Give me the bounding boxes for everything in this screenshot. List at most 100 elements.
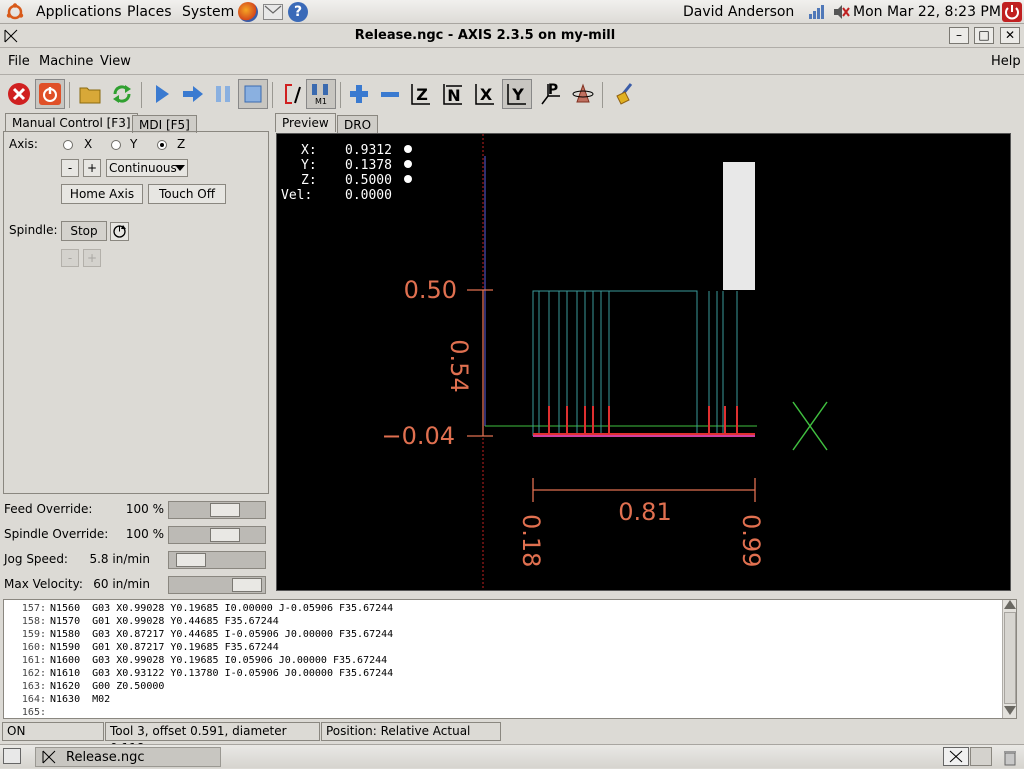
rotate-icon[interactable] — [568, 79, 598, 109]
menubar-divider — [0, 74, 1024, 75]
jog-minus-button[interactable]: - — [61, 159, 79, 177]
tab-preview[interactable]: Preview — [275, 113, 336, 132]
gcode-line-number: 162: — [21, 668, 46, 679]
axis-z-radio[interactable] — [157, 140, 167, 150]
preview-canvas[interactable]: X: 0.9312 Y: 0.1378 Z: 0.5000 Vel: 0.000… — [276, 133, 1011, 591]
tab-dro[interactable]: DRO — [337, 115, 379, 133]
step-icon[interactable] — [178, 79, 208, 109]
feed-override-value: 100 % — [125, 502, 164, 516]
stop-icon[interactable] — [238, 79, 268, 109]
max-velocity-thumb[interactable] — [232, 578, 262, 592]
feed-override-slider[interactable] — [168, 501, 266, 519]
close-button[interactable]: ✕ — [1000, 27, 1020, 44]
jog-speed-thumb[interactable] — [176, 553, 206, 567]
open-file-icon[interactable] — [75, 79, 105, 109]
workspace-1[interactable] — [943, 747, 969, 766]
view-z2-icon[interactable]: N — [438, 79, 468, 109]
zoom-out-icon[interactable] — [375, 79, 405, 109]
dim-width-label: 0.81 — [618, 498, 671, 526]
view-z2-letter: N — [447, 86, 460, 105]
max-velocity-slider[interactable] — [168, 576, 266, 594]
tab-manual-control[interactable]: Manual Control [F3] — [5, 113, 138, 131]
maximize-button[interactable]: □ — [974, 27, 994, 44]
spindle-stop-button[interactable]: Stop — [61, 221, 107, 241]
feed-override-thumb[interactable] — [210, 503, 240, 517]
axis-y-radio[interactable] — [111, 140, 121, 150]
axis-z-label[interactable]: Z — [177, 137, 185, 151]
gcode-line-number: 161: — [21, 655, 46, 666]
run-icon[interactable] — [147, 79, 177, 109]
axis-x-label[interactable]: X — [84, 137, 92, 151]
spindle-override-slider[interactable] — [168, 526, 266, 544]
jog-plus-button[interactable]: + — [83, 159, 101, 177]
view-p-icon[interactable]: P — [535, 79, 565, 109]
taskbar-item[interactable]: Release.ngc — [35, 747, 221, 767]
spindle-override-thumb[interactable] — [210, 528, 240, 542]
gcode-line[interactable]: 161: N1600 G03 X0.99028 Y0.19685 I0.05906… — [4, 654, 387, 667]
menu-view[interactable]: View — [100, 54, 131, 69]
system-menu[interactable]: System — [182, 4, 234, 20]
help-icon[interactable]: ? — [288, 2, 308, 22]
gcode-line[interactable]: 165: — [4, 706, 50, 718]
volume-muted-icon[interactable] — [832, 4, 850, 20]
clear-plot-icon[interactable] — [610, 79, 640, 109]
menu-help[interactable]: Help — [991, 54, 1021, 69]
axis-y-label[interactable]: Y — [130, 137, 137, 151]
view-y-icon[interactable]: Y — [502, 79, 532, 109]
jog-speed-slider[interactable] — [168, 551, 266, 569]
view-z-icon[interactable]: Z — [406, 79, 436, 109]
home-axis-button[interactable]: Home Axis — [61, 184, 143, 204]
workspace-2[interactable] — [970, 747, 992, 766]
spindle-direction-icon[interactable] — [110, 222, 129, 241]
gcode-scrollbar[interactable] — [1002, 600, 1016, 718]
blockdelete-icon[interactable] — [277, 79, 307, 109]
gcode-line-number: 163: — [21, 681, 46, 692]
ubuntu-logo-icon[interactable] — [6, 3, 24, 21]
power-icon[interactable] — [35, 79, 65, 109]
user-name[interactable]: David Anderson — [683, 4, 794, 20]
status-bar: ON Tool 3, offset 0.591, diameter 0.118 … — [0, 722, 1024, 755]
spindle-plus-button[interactable]: + — [83, 249, 101, 267]
gcode-line[interactable]: 163: N1620 G00 Z0.50000 — [4, 680, 164, 693]
axis-x-radio[interactable] — [63, 140, 73, 150]
reload-icon[interactable] — [107, 79, 137, 109]
applications-menu[interactable]: Applications — [36, 4, 122, 20]
scroll-up-icon[interactable] — [1004, 600, 1016, 609]
optional-stop-icon[interactable]: M1 — [306, 79, 336, 109]
shutdown-icon[interactable] — [1002, 2, 1022, 22]
show-desktop-icon[interactable] — [3, 748, 21, 764]
window-titlebar[interactable]: Release.ngc - AXIS 2.3.5 on my-mill – □ … — [0, 24, 1024, 48]
gcode-line-number: 165: — [21, 707, 46, 718]
mail-icon[interactable] — [263, 4, 283, 20]
gcode-line[interactable]: 160: N1590 G01 X0.87217 Y0.19685 F35.6724… — [4, 641, 279, 654]
gcode-line[interactable]: 157: N1560 G03 X0.99028 Y0.19685 I0.00000… — [4, 602, 393, 615]
firefox-icon[interactable] — [238, 2, 258, 22]
jog-mode-select[interactable]: Continuous — [106, 159, 188, 177]
zoom-in-icon[interactable] — [344, 79, 374, 109]
menu-file[interactable]: File — [8, 54, 30, 69]
gcode-line[interactable]: 158: N1570 G01 X0.99028 Y0.44685 F35.6724… — [4, 615, 279, 628]
gcode-listing[interactable]: 157: N1560 G03 X0.99028 Y0.19685 I0.00000… — [3, 599, 1017, 719]
gcode-line[interactable]: 164: N1630 M02 — [4, 693, 110, 706]
minimize-button[interactable]: – — [949, 27, 969, 44]
network-signal-icon[interactable] — [808, 4, 826, 20]
pause-icon[interactable] — [208, 79, 238, 109]
trash-icon[interactable] — [1001, 748, 1019, 766]
spindle-minus-button[interactable]: - — [61, 249, 79, 267]
gcode-line[interactable]: 159: N1580 G03 X0.87217 Y0.44685 I-0.0590… — [4, 628, 393, 641]
axis-window-icon — [42, 750, 56, 767]
menu-machine[interactable]: Machine — [39, 54, 93, 69]
dim-top-label: 0.50 — [404, 276, 457, 304]
scroll-thumb[interactable] — [1004, 612, 1016, 704]
dro-x-axis: X: — [301, 143, 317, 158]
view-x-icon[interactable]: X — [470, 79, 500, 109]
scroll-down-icon[interactable] — [1004, 706, 1016, 715]
estop-icon[interactable] — [4, 79, 34, 109]
touch-off-button[interactable]: Touch Off — [148, 184, 226, 204]
gcode-line[interactable]: 162: N1610 G03 X0.93122 Y0.13780 I-0.0590… — [4, 667, 393, 680]
toolbar-separator — [340, 82, 341, 108]
places-menu[interactable]: Places — [127, 4, 172, 20]
dro-x-value: 0.9312 — [345, 143, 392, 158]
clock[interactable]: Mon Mar 22, 8:23 PM — [853, 4, 1001, 20]
origin-marker-icon — [792, 401, 828, 451]
